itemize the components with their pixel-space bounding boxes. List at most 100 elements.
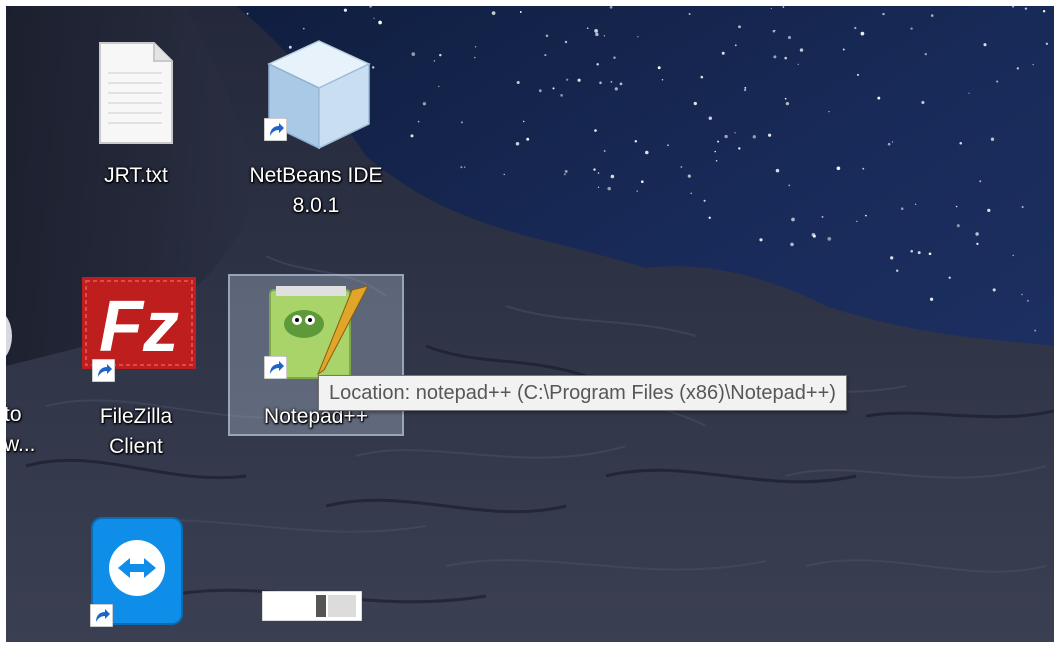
star — [516, 80, 520, 85]
star — [433, 60, 436, 62]
star — [545, 34, 549, 38]
star — [661, 79, 664, 81]
star — [987, 208, 991, 213]
star — [599, 81, 602, 85]
star — [787, 35, 792, 40]
star — [990, 137, 995, 141]
star — [700, 75, 704, 79]
star — [1016, 67, 1019, 70]
shortcut-arrow-icon — [92, 359, 115, 382]
partial-desktop-icon[interactable]: to w... — [6, 296, 36, 476]
star — [784, 97, 787, 100]
location-tooltip: Location: notepad++ (C:\Program Files (x… — [318, 375, 847, 411]
jrt-txt-label: JRT.txt — [104, 164, 168, 187]
star — [515, 141, 520, 146]
star — [636, 190, 638, 192]
desktop-icon-notepad-plus-plus[interactable]: Notepad++ — [228, 274, 404, 436]
star — [1045, 42, 1049, 46]
star — [827, 237, 832, 241]
star — [992, 288, 996, 292]
star — [564, 40, 568, 44]
star — [667, 144, 669, 146]
star — [924, 52, 928, 56]
star — [577, 78, 581, 82]
text-file-icon — [99, 42, 173, 144]
star — [302, 27, 305, 30]
star — [603, 35, 606, 37]
star — [564, 169, 568, 173]
star — [378, 20, 382, 25]
star — [968, 92, 970, 94]
star — [828, 110, 830, 113]
desktop-icon-filezilla[interactable]: Fz FileZilla Client — [76, 274, 196, 474]
star — [593, 168, 596, 171]
star — [596, 63, 599, 66]
star — [956, 224, 960, 228]
star — [603, 150, 606, 152]
star — [976, 242, 979, 246]
star — [744, 86, 747, 89]
partial-icon-label: to w... — [6, 403, 36, 456]
star — [523, 120, 525, 123]
netbeans-label: NetBeans IDE 8.0.1 — [249, 164, 383, 217]
shortcut-arrow-icon — [264, 118, 287, 141]
star — [714, 150, 716, 153]
star — [491, 11, 496, 15]
star — [900, 207, 904, 210]
star — [836, 166, 841, 171]
star — [862, 167, 865, 170]
desktop-icon-teamviewer[interactable] — [76, 516, 196, 642]
star — [865, 214, 867, 217]
star — [856, 220, 858, 223]
star — [439, 53, 442, 57]
star — [890, 256, 894, 260]
star — [752, 135, 756, 139]
svg-text:Fz: Fz — [99, 287, 179, 367]
desktop-icon-app-window[interactable] — [256, 581, 376, 642]
star — [734, 44, 737, 47]
star — [799, 48, 804, 52]
star — [717, 140, 720, 143]
star — [914, 203, 917, 205]
star — [594, 29, 598, 33]
star — [597, 172, 600, 174]
star — [785, 101, 790, 106]
desktop-icon-netbeans[interactable]: NetBeans IDE 8.0.1 — [226, 31, 406, 241]
star — [586, 27, 589, 29]
star — [759, 238, 763, 242]
star — [895, 269, 899, 272]
star — [770, 7, 772, 10]
star — [821, 215, 824, 218]
star — [996, 80, 999, 83]
star — [1021, 293, 1023, 296]
star — [784, 56, 788, 60]
star — [619, 82, 623, 86]
star — [474, 46, 477, 48]
star — [930, 14, 934, 17]
star — [1024, 7, 1028, 10]
star — [526, 137, 530, 141]
star — [687, 174, 691, 178]
star — [411, 52, 416, 56]
star — [887, 142, 891, 146]
star — [917, 251, 921, 255]
star — [773, 55, 777, 59]
desktop[interactable]: to w... JRT.txt NetBeans IDE 8.0.1 Fz Fi… — [6, 6, 1054, 642]
desktop-icon-jrt-txt[interactable]: JRT.txt — [76, 31, 196, 201]
star — [921, 100, 925, 105]
star — [613, 56, 616, 59]
star — [708, 116, 713, 120]
star — [690, 192, 692, 194]
star — [842, 48, 845, 51]
star — [657, 66, 661, 70]
star — [637, 36, 639, 38]
star — [775, 168, 780, 173]
star — [790, 242, 794, 247]
star — [607, 186, 611, 191]
star — [560, 94, 563, 97]
star — [538, 89, 542, 93]
star — [474, 56, 476, 59]
star — [715, 160, 718, 162]
star — [566, 78, 569, 81]
star — [417, 120, 420, 123]
